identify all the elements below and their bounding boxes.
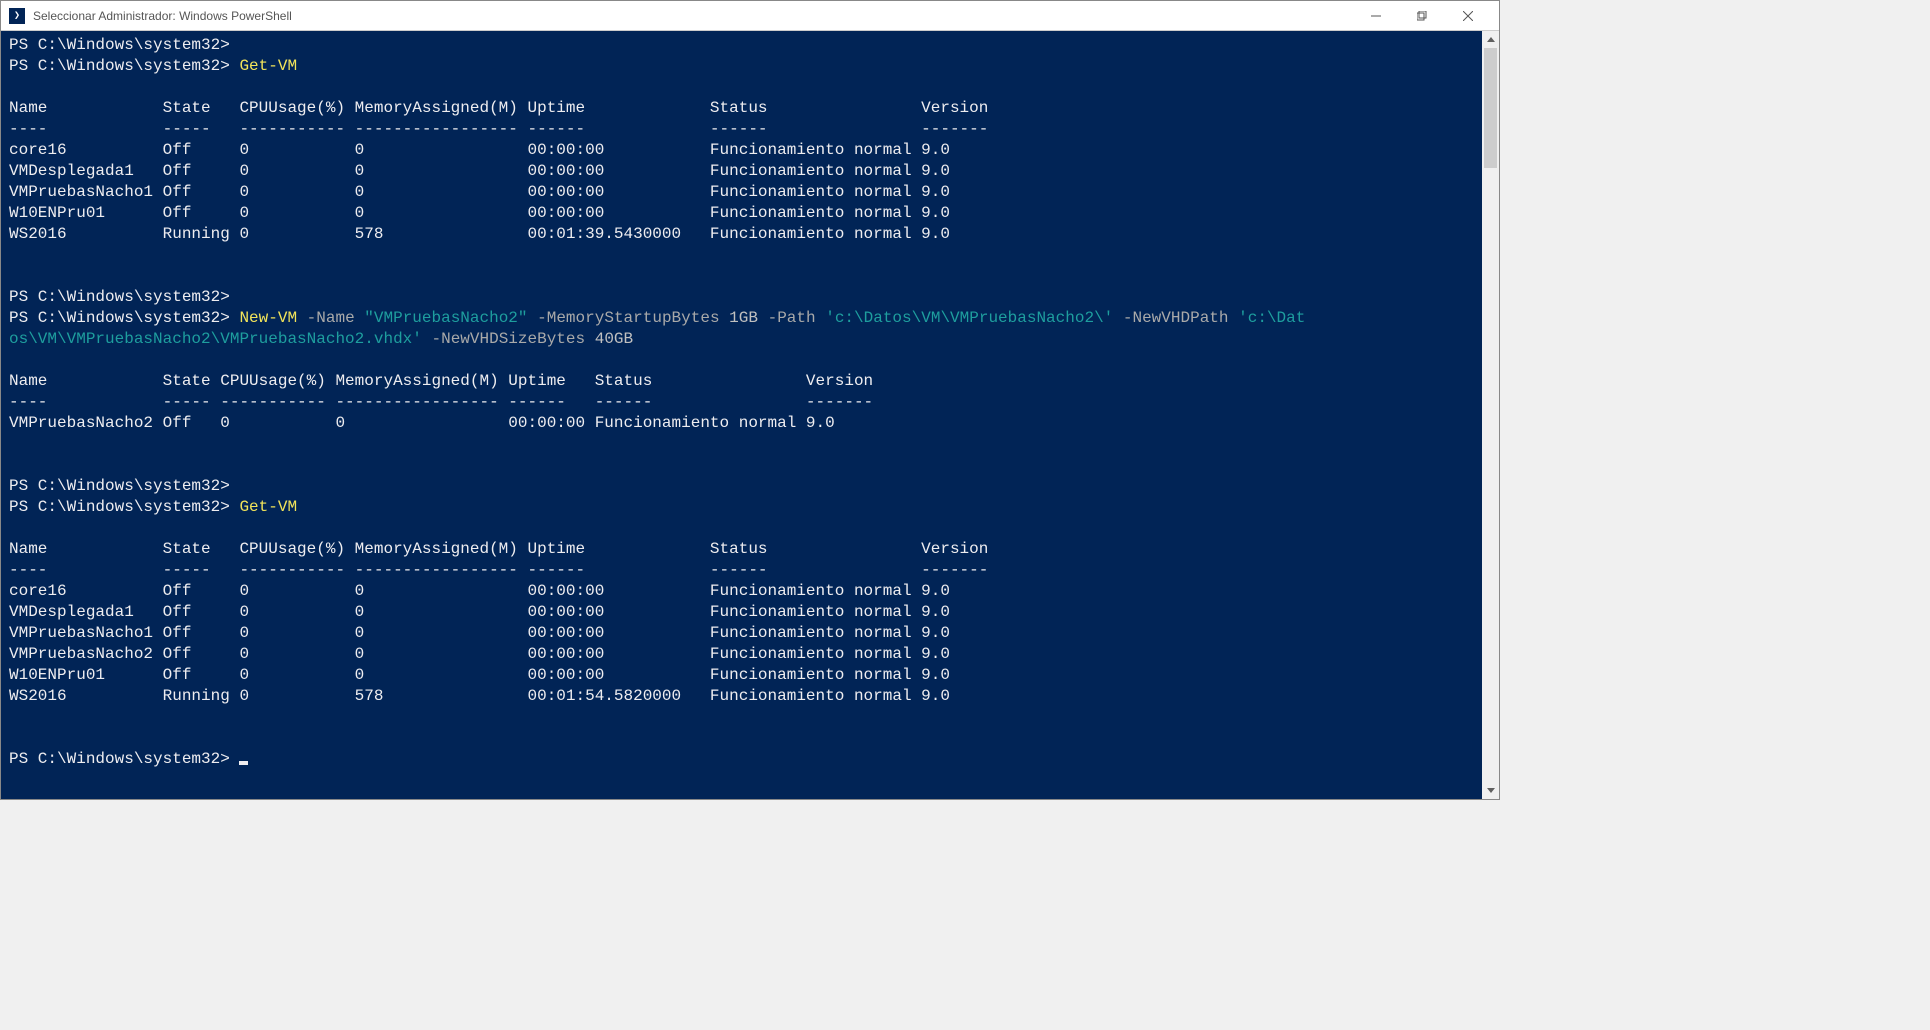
arg-newvhdpath-a: 'c:\Dat xyxy=(1238,309,1305,327)
param-name: -Name xyxy=(307,309,355,327)
maximize-button[interactable] xyxy=(1399,1,1445,31)
table3-row: VMPruebasNacho2 Off 0 0 00:00:00 Funcion… xyxy=(9,645,950,663)
window-title: Seleccionar Administrador: Windows Power… xyxy=(33,9,1353,23)
prompt-line: PS C:\Windows\system32> xyxy=(9,477,239,495)
param-newvhdpath: -NewVHDPath xyxy=(1123,309,1229,327)
table1-row: VMPruebasNacho1 Off 0 0 00:00:00 Funcion… xyxy=(9,183,950,201)
window-titlebar[interactable]: ❯ Seleccionar Administrador: Windows Pow… xyxy=(1,1,1499,31)
powershell-window: ❯ Seleccionar Administrador: Windows Pow… xyxy=(0,0,1500,800)
terminal-wrapper: PS C:\Windows\system32> PS C:\Windows\sy… xyxy=(1,31,1499,799)
param-path: -Path xyxy=(768,309,816,327)
scroll-thumb[interactable] xyxy=(1484,48,1497,168)
table1-divider: ---- ----- ----------- -----------------… xyxy=(9,120,988,138)
prompt-line: PS C:\Windows\system32> xyxy=(9,750,239,768)
powershell-icon-glyph: ❯ xyxy=(14,10,20,22)
vertical-scrollbar[interactable] xyxy=(1482,31,1499,799)
scroll-track[interactable] xyxy=(1482,48,1499,782)
prompt-line: PS C:\Windows\system32> xyxy=(9,57,239,75)
command-getvm: Get-VM xyxy=(239,498,297,516)
command-newvm: New-VM xyxy=(239,309,297,327)
table1-header: Name State CPUUsage(%) MemoryAssigned(M)… xyxy=(9,99,988,117)
arg-name: "VMPruebasNacho2" xyxy=(364,309,527,327)
prompt-line: PS C:\Windows\system32> xyxy=(9,309,239,327)
table3-divider: ---- ----- ----------- -----------------… xyxy=(9,561,988,579)
command-getvm: Get-VM xyxy=(239,57,297,75)
table3-header: Name State CPUUsage(%) MemoryAssigned(M)… xyxy=(9,540,988,558)
terminal-content[interactable]: PS C:\Windows\system32> PS C:\Windows\sy… xyxy=(1,31,1482,799)
close-button[interactable] xyxy=(1445,1,1491,31)
table1-row: VMDesplegada1 Off 0 0 00:00:00 Funcionam… xyxy=(9,162,950,180)
table3-row: WS2016 Running 0 578 00:01:54.5820000 Fu… xyxy=(9,687,950,705)
table2-row: VMPruebasNacho2 Off 0 0 00:00:00 Funcion… xyxy=(9,414,835,432)
table3-row: VMPruebasNacho1 Off 0 0 00:00:00 Funcion… xyxy=(9,624,950,642)
table1-row: WS2016 Running 0 578 00:01:39.5430000 Fu… xyxy=(9,225,950,243)
scroll-up-button[interactable] xyxy=(1482,31,1499,48)
powershell-icon: ❯ xyxy=(9,8,25,24)
table3-row: W10ENPru01 Off 0 0 00:00:00 Funcionamien… xyxy=(9,666,950,684)
param-memory: -MemoryStartupBytes xyxy=(537,309,719,327)
table3-row: VMDesplegada1 Off 0 0 00:00:00 Funcionam… xyxy=(9,603,950,621)
prompt-line: PS C:\Windows\system32> xyxy=(9,498,239,516)
cursor xyxy=(239,761,248,765)
table1-row: core16 Off 0 0 00:00:00 Funcionamiento n… xyxy=(9,141,950,159)
scroll-down-button[interactable] xyxy=(1482,782,1499,799)
window-controls xyxy=(1353,1,1491,31)
minimize-button[interactable] xyxy=(1353,1,1399,31)
table2-header: Name State CPUUsage(%) MemoryAssigned(M)… xyxy=(9,372,873,390)
param-newvhdsize: -NewVHDSizeBytes xyxy=(431,330,585,348)
table2-divider: ---- ----- ----------- -----------------… xyxy=(9,393,873,411)
arg-memory: 1GB xyxy=(729,309,758,327)
arg-path: 'c:\Datos\VM\VMPruebasNacho2\' xyxy=(825,309,1113,327)
prompt-line: PS C:\Windows\system32> xyxy=(9,288,239,306)
table3-row: core16 Off 0 0 00:00:00 Funcionamiento n… xyxy=(9,582,950,600)
arg-newvhdsize: 40GB xyxy=(595,330,633,348)
prompt-line: PS C:\Windows\system32> xyxy=(9,36,239,54)
arg-newvhdpath-b: os\VM\VMPruebasNacho2\VMPruebasNacho2.vh… xyxy=(9,330,422,348)
table1-row: W10ENPru01 Off 0 0 00:00:00 Funcionamien… xyxy=(9,204,950,222)
